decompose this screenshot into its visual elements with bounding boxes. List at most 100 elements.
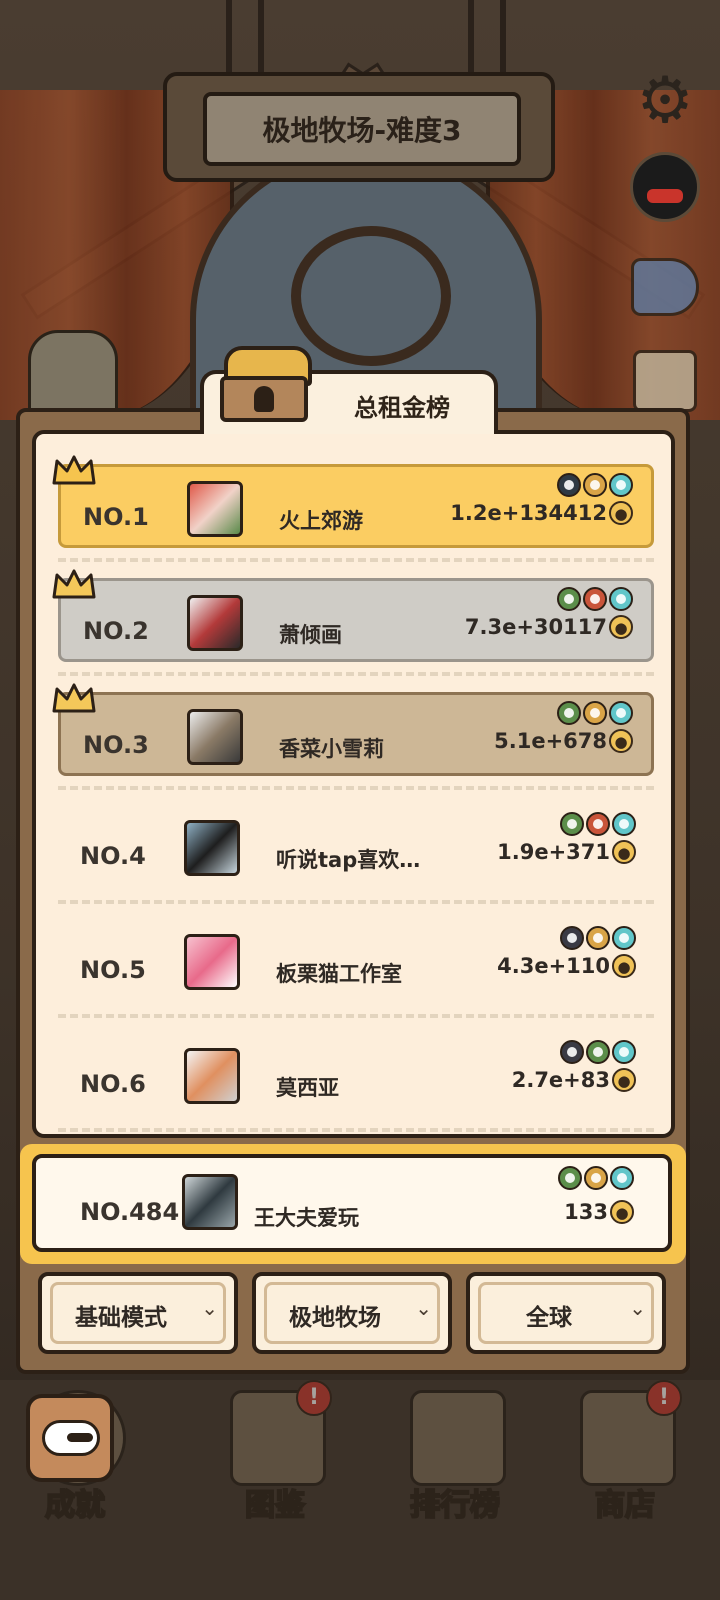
score-value: 2.7e+83: [511, 1068, 610, 1092]
player-badges: [557, 473, 633, 497]
rank-label: NO.5: [80, 956, 146, 984]
leaderboard-row[interactable]: NO.3 香菜小雪莉 5.1e+678 ●: [52, 683, 654, 776]
map-dropdown-label: 极地牧场: [289, 1305, 381, 1331]
player-badges: [557, 701, 633, 725]
leaderboard-row[interactable]: NO.5 板栗猫工作室 4.3e+110 ●: [58, 920, 654, 1004]
back-button[interactable]: [26, 1394, 114, 1482]
player-name: 火上郊游: [279, 509, 363, 533]
badge-icon: [558, 1166, 582, 1190]
badge-icon: [583, 701, 607, 725]
player-score: 1.9e+371 ●: [497, 840, 636, 864]
nav-shop[interactable]: ! 商店: [550, 1380, 700, 1530]
nav-leaderboard[interactable]: 排行榜: [380, 1380, 530, 1530]
settings-button[interactable]: ⚙: [630, 66, 700, 136]
paw-coin-icon: ●: [612, 954, 636, 978]
row-divider: [58, 900, 654, 904]
level-sign-plate: 极地牧场-难度3: [203, 92, 521, 166]
badge-icon: [557, 701, 581, 725]
badge-icon: [557, 587, 581, 611]
rank-label: NO.2: [83, 617, 149, 645]
badge-icon: [584, 1166, 608, 1190]
avatar[interactable]: [184, 1048, 240, 1104]
score-value: 7.3e+30117: [464, 615, 607, 639]
avatar[interactable]: [184, 934, 240, 990]
leaderboard-row[interactable]: NO.1 火上郊游 1.2e+134412 ●: [52, 455, 654, 548]
badge-icon: [609, 701, 633, 725]
player-name: 香菜小雪莉: [279, 737, 384, 761]
badge-icon: [557, 473, 581, 497]
back-arrow-icon: [42, 1420, 100, 1456]
player-score: 7.3e+30117 ●: [465, 615, 633, 639]
crown-icon: [52, 569, 96, 599]
nav-label: 商店: [594, 1487, 656, 1524]
nav-label: 排行榜: [409, 1487, 501, 1524]
mode-dropdown-label: 基础模式: [75, 1305, 167, 1331]
avatar[interactable]: [184, 820, 240, 876]
player-score: 2.7e+83 ●: [512, 1068, 636, 1092]
treasure-chest-icon: [220, 346, 312, 424]
my-rank: NO.484: [80, 1198, 180, 1226]
player-name: 莫西亚: [276, 1076, 339, 1100]
rank-label: NO.1: [83, 503, 149, 531]
announcement-button[interactable]: [630, 252, 700, 322]
region-dropdown[interactable]: 全球 ⌄: [466, 1272, 666, 1354]
player-score: 5.1e+678 ●: [494, 729, 633, 753]
badge-icon: [583, 587, 607, 611]
score-value: 5.1e+678: [494, 729, 607, 753]
player-score: 1.2e+134412 ●: [450, 501, 633, 525]
avatar[interactable]: [187, 595, 243, 651]
paw-coin-icon: ●: [610, 1200, 634, 1224]
my-avatar: [182, 1174, 238, 1230]
player-badges: [560, 1040, 636, 1064]
paw-coin-icon: ●: [609, 501, 633, 525]
avatar[interactable]: [187, 709, 243, 765]
player-score: 4.3e+110 ●: [497, 954, 636, 978]
scroll-icon: [410, 1390, 506, 1486]
tab-label: 总租金榜: [354, 394, 450, 422]
map-dropdown[interactable]: 极地牧场 ⌄: [252, 1272, 452, 1354]
badge-icon: [609, 473, 633, 497]
row-divider: [58, 1128, 654, 1132]
leaderboard-list[interactable]: NO.1 火上郊游 1.2e+134412 ● NO.2 萧倾画 7.3e+30117 ● NO…: [32, 430, 675, 1138]
my-badges: [558, 1166, 634, 1190]
avatar[interactable]: [187, 481, 243, 537]
my-rank-panel: NO.484 王大夫爱玩 133 ●: [20, 1144, 686, 1264]
mode-dropdown[interactable]: 基础模式 ⌄: [38, 1272, 238, 1354]
checkin-button[interactable]: [630, 346, 700, 416]
crown-icon: [52, 683, 96, 713]
qq-icon: [630, 152, 700, 222]
notification-badge: !: [646, 1380, 682, 1416]
my-score: 133 ●: [564, 1200, 634, 1224]
badge-icon: [560, 926, 584, 950]
my-score-value: 133: [564, 1200, 608, 1224]
player-name: 萧倾画: [279, 623, 342, 647]
nav-label: 图鉴: [244, 1487, 306, 1524]
badge-icon: [560, 812, 584, 836]
nav-collection[interactable]: ! 图鉴: [200, 1380, 350, 1530]
leaderboard-row[interactable]: NO.2 萧倾画 7.3e+30117 ●: [52, 569, 654, 662]
badge-icon: [609, 587, 633, 611]
leaderboard-row[interactable]: NO.6 莫西亚 2.7e+83 ●: [58, 1034, 654, 1118]
score-value: 1.2e+134412: [450, 501, 607, 525]
player-badges: [560, 926, 636, 950]
settings-gear-icon: ⚙: [636, 64, 694, 138]
nav-label: 成就: [44, 1487, 106, 1524]
row-divider: [58, 1014, 654, 1018]
row-divider: [58, 786, 654, 790]
rank-label: NO.4: [80, 842, 146, 870]
rank-label: NO.3: [83, 731, 149, 759]
badge-icon: [586, 926, 610, 950]
player-name: 板栗猫工作室: [276, 962, 402, 986]
qq-button[interactable]: [630, 152, 700, 222]
my-rank-card[interactable]: NO.484 王大夫爱玩 133 ●: [32, 1154, 672, 1252]
badge-icon: [612, 812, 636, 836]
badge-icon: [586, 812, 610, 836]
leaderboard-row[interactable]: NO.4 听说tap喜欢… 1.9e+371 ●: [58, 806, 654, 890]
paw-coin-icon: ●: [609, 615, 633, 639]
chevron-down-icon: ⌄: [629, 1296, 646, 1320]
chevron-down-icon: ⌄: [201, 1296, 218, 1320]
rank-label: NO.6: [80, 1070, 146, 1098]
region-dropdown-label: 全球: [526, 1305, 572, 1331]
row-divider: [58, 672, 654, 676]
my-name: 王大夫爱玩: [254, 1206, 359, 1230]
